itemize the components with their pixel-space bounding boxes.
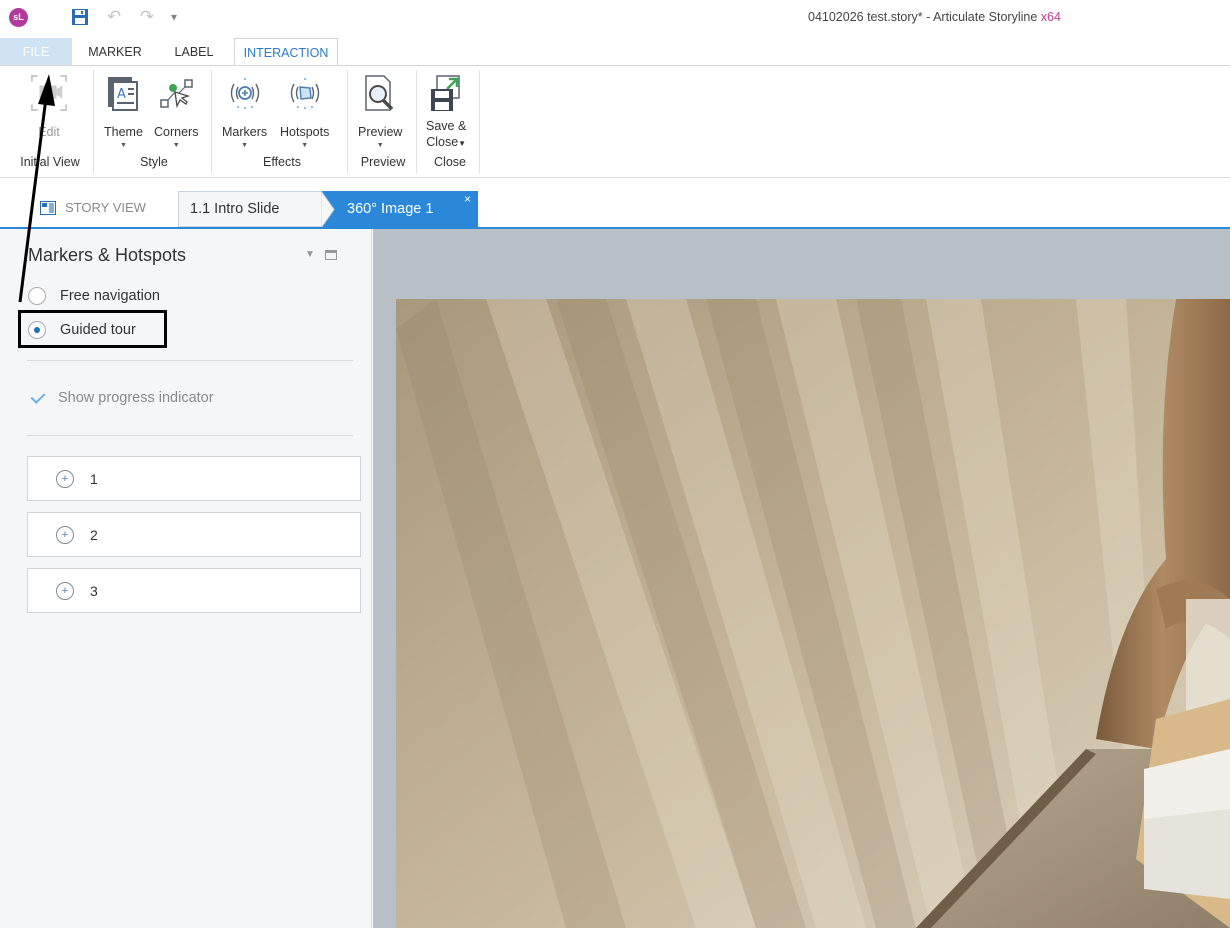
panel-divider (27, 360, 353, 361)
free-navigation-label: Free navigation (60, 288, 160, 304)
marker-icon: + (56, 469, 74, 488)
corners-dropdown-icon: ▼ (172, 142, 180, 149)
free-navigation-option[interactable]: Free navigation (28, 287, 160, 305)
marker-list-item[interactable]: + 2 (27, 512, 361, 557)
marker-icon: + (56, 581, 74, 600)
markers-button[interactable]: Markers ▼ (222, 72, 267, 151)
group-effects: Effects (263, 155, 301, 169)
corners-label: Corners (154, 125, 199, 139)
preview-icon (361, 72, 399, 114)
marker-number: 1 (90, 470, 98, 487)
hotspots-button[interactable]: Hotspots ▼ (280, 72, 329, 151)
show-progress-label: Show progress indicator (58, 390, 214, 406)
room-360-image (396, 299, 1230, 928)
ribbon-separator (416, 70, 417, 174)
save-and-close-button[interactable]: Save & Close▼ (426, 72, 466, 152)
markers-dropdown-icon: ▼ (241, 142, 249, 149)
marker-list-item[interactable]: + 1 (27, 456, 361, 501)
close-tab-icon[interactable]: × (464, 192, 471, 206)
theme-dropdown-icon: ▼ (119, 142, 127, 149)
group-initial-view: Initial View (20, 155, 80, 169)
preview-button[interactable]: Preview ▼ (358, 72, 402, 151)
save-and-close-label-close: Close (426, 135, 459, 149)
save-and-close-label: Save & Close▼ (426, 118, 466, 152)
tab-interaction[interactable]: INTERACTION (234, 38, 338, 67)
save-icon[interactable] (69, 7, 91, 27)
save-and-close-label-line2: Close▼ (426, 134, 466, 152)
window-title: 04102026 test.story* - Articulate Storyl… (808, 10, 1061, 24)
story-view-label: STORY VIEW (65, 200, 146, 215)
tab-file[interactable]: FILE (0, 38, 72, 66)
edit-initial-view-button[interactable]: Edit (30, 72, 68, 140)
show-progress-option[interactable]: Show progress indicator (30, 389, 214, 407)
tab-label[interactable]: LABEL (165, 38, 223, 66)
window-title-suffix: x64 (1040, 10, 1061, 24)
markers-label: Markers (222, 125, 268, 139)
undo-icon[interactable]: ↶ (103, 7, 125, 27)
redo-icon[interactable]: ↷ (136, 7, 158, 27)
preview-button-label: Preview (358, 125, 403, 139)
marker-icon: + (56, 525, 74, 544)
corners-icon (157, 72, 195, 114)
ribbon-separator (93, 70, 94, 174)
save-close-dropdown-icon: ▼ (458, 139, 467, 148)
customize-toolbar-icon[interactable]: ▾ (166, 7, 182, 27)
document-tabs: STORY VIEW 1.1 Intro Slide 360° Image 1 … (0, 190, 1230, 228)
save-and-close-icon (427, 72, 465, 114)
hotspots-dropdown-icon: ▼ (301, 142, 309, 149)
show-progress-checkbox[interactable] (30, 389, 48, 407)
group-style: Style (140, 155, 168, 169)
image-360-tab-label: 360° Image 1 (347, 201, 434, 217)
tab-marker[interactable]: MARKER (80, 38, 150, 66)
edit-view-icon (30, 72, 68, 114)
breadcrumb-chevron-icon (321, 191, 335, 228)
panel-restore-icon[interactable] (324, 249, 337, 260)
slide-tab-label: 1.1 Intro Slide (190, 201, 280, 217)
ribbon-separator (211, 70, 212, 174)
story-view-tab[interactable]: STORY VIEW (40, 200, 146, 215)
preview-dropdown-icon: ▼ (376, 142, 384, 149)
image-360-viewport[interactable] (396, 299, 1230, 928)
group-preview: Preview (360, 155, 406, 169)
hotspots-effect-icon (286, 72, 324, 114)
window-title-text: 04102026 test.story* - Articulate Storyl… (808, 10, 1038, 24)
panel-divider (27, 435, 353, 436)
ribbon: Edit Initial View A Theme ▼ Corners ▼ St… (0, 66, 1230, 178)
annotation-highlight-box (18, 310, 167, 348)
panel-menu-dropdown-icon[interactable]: ▼ (305, 249, 315, 260)
theme-label: Theme (104, 125, 143, 139)
corners-button[interactable]: Corners ▼ (154, 72, 198, 151)
theme-icon: A (104, 72, 142, 114)
svg-text:A: A (117, 87, 126, 102)
theme-button[interactable]: A Theme ▼ (104, 72, 143, 151)
marker-number: 2 (90, 526, 98, 543)
hotspots-label: Hotspots (280, 125, 330, 139)
panel-controls: ▼ (305, 249, 337, 260)
title-bar: sL ↶ ↷ ▾ 04102026 test.story* - Articula… (0, 0, 1230, 36)
ribbon-tabs: FILE MARKER LABEL INTERACTION (0, 38, 1230, 67)
markers-effect-icon (226, 72, 264, 114)
marker-number: 3 (90, 582, 98, 599)
story-view-icon (40, 200, 56, 215)
free-navigation-radio[interactable] (28, 287, 46, 305)
storyline-logo-icon: sL (9, 8, 28, 27)
marker-list-item[interactable]: + 3 (27, 568, 361, 613)
edit-label: Edit (38, 125, 60, 139)
group-close: Close (434, 155, 466, 169)
ribbon-separator (347, 70, 348, 174)
save-and-close-label-line1: Save & (426, 119, 467, 133)
panel-title: Markers & Hotspots (28, 245, 187, 265)
ribbon-separator (479, 70, 480, 174)
